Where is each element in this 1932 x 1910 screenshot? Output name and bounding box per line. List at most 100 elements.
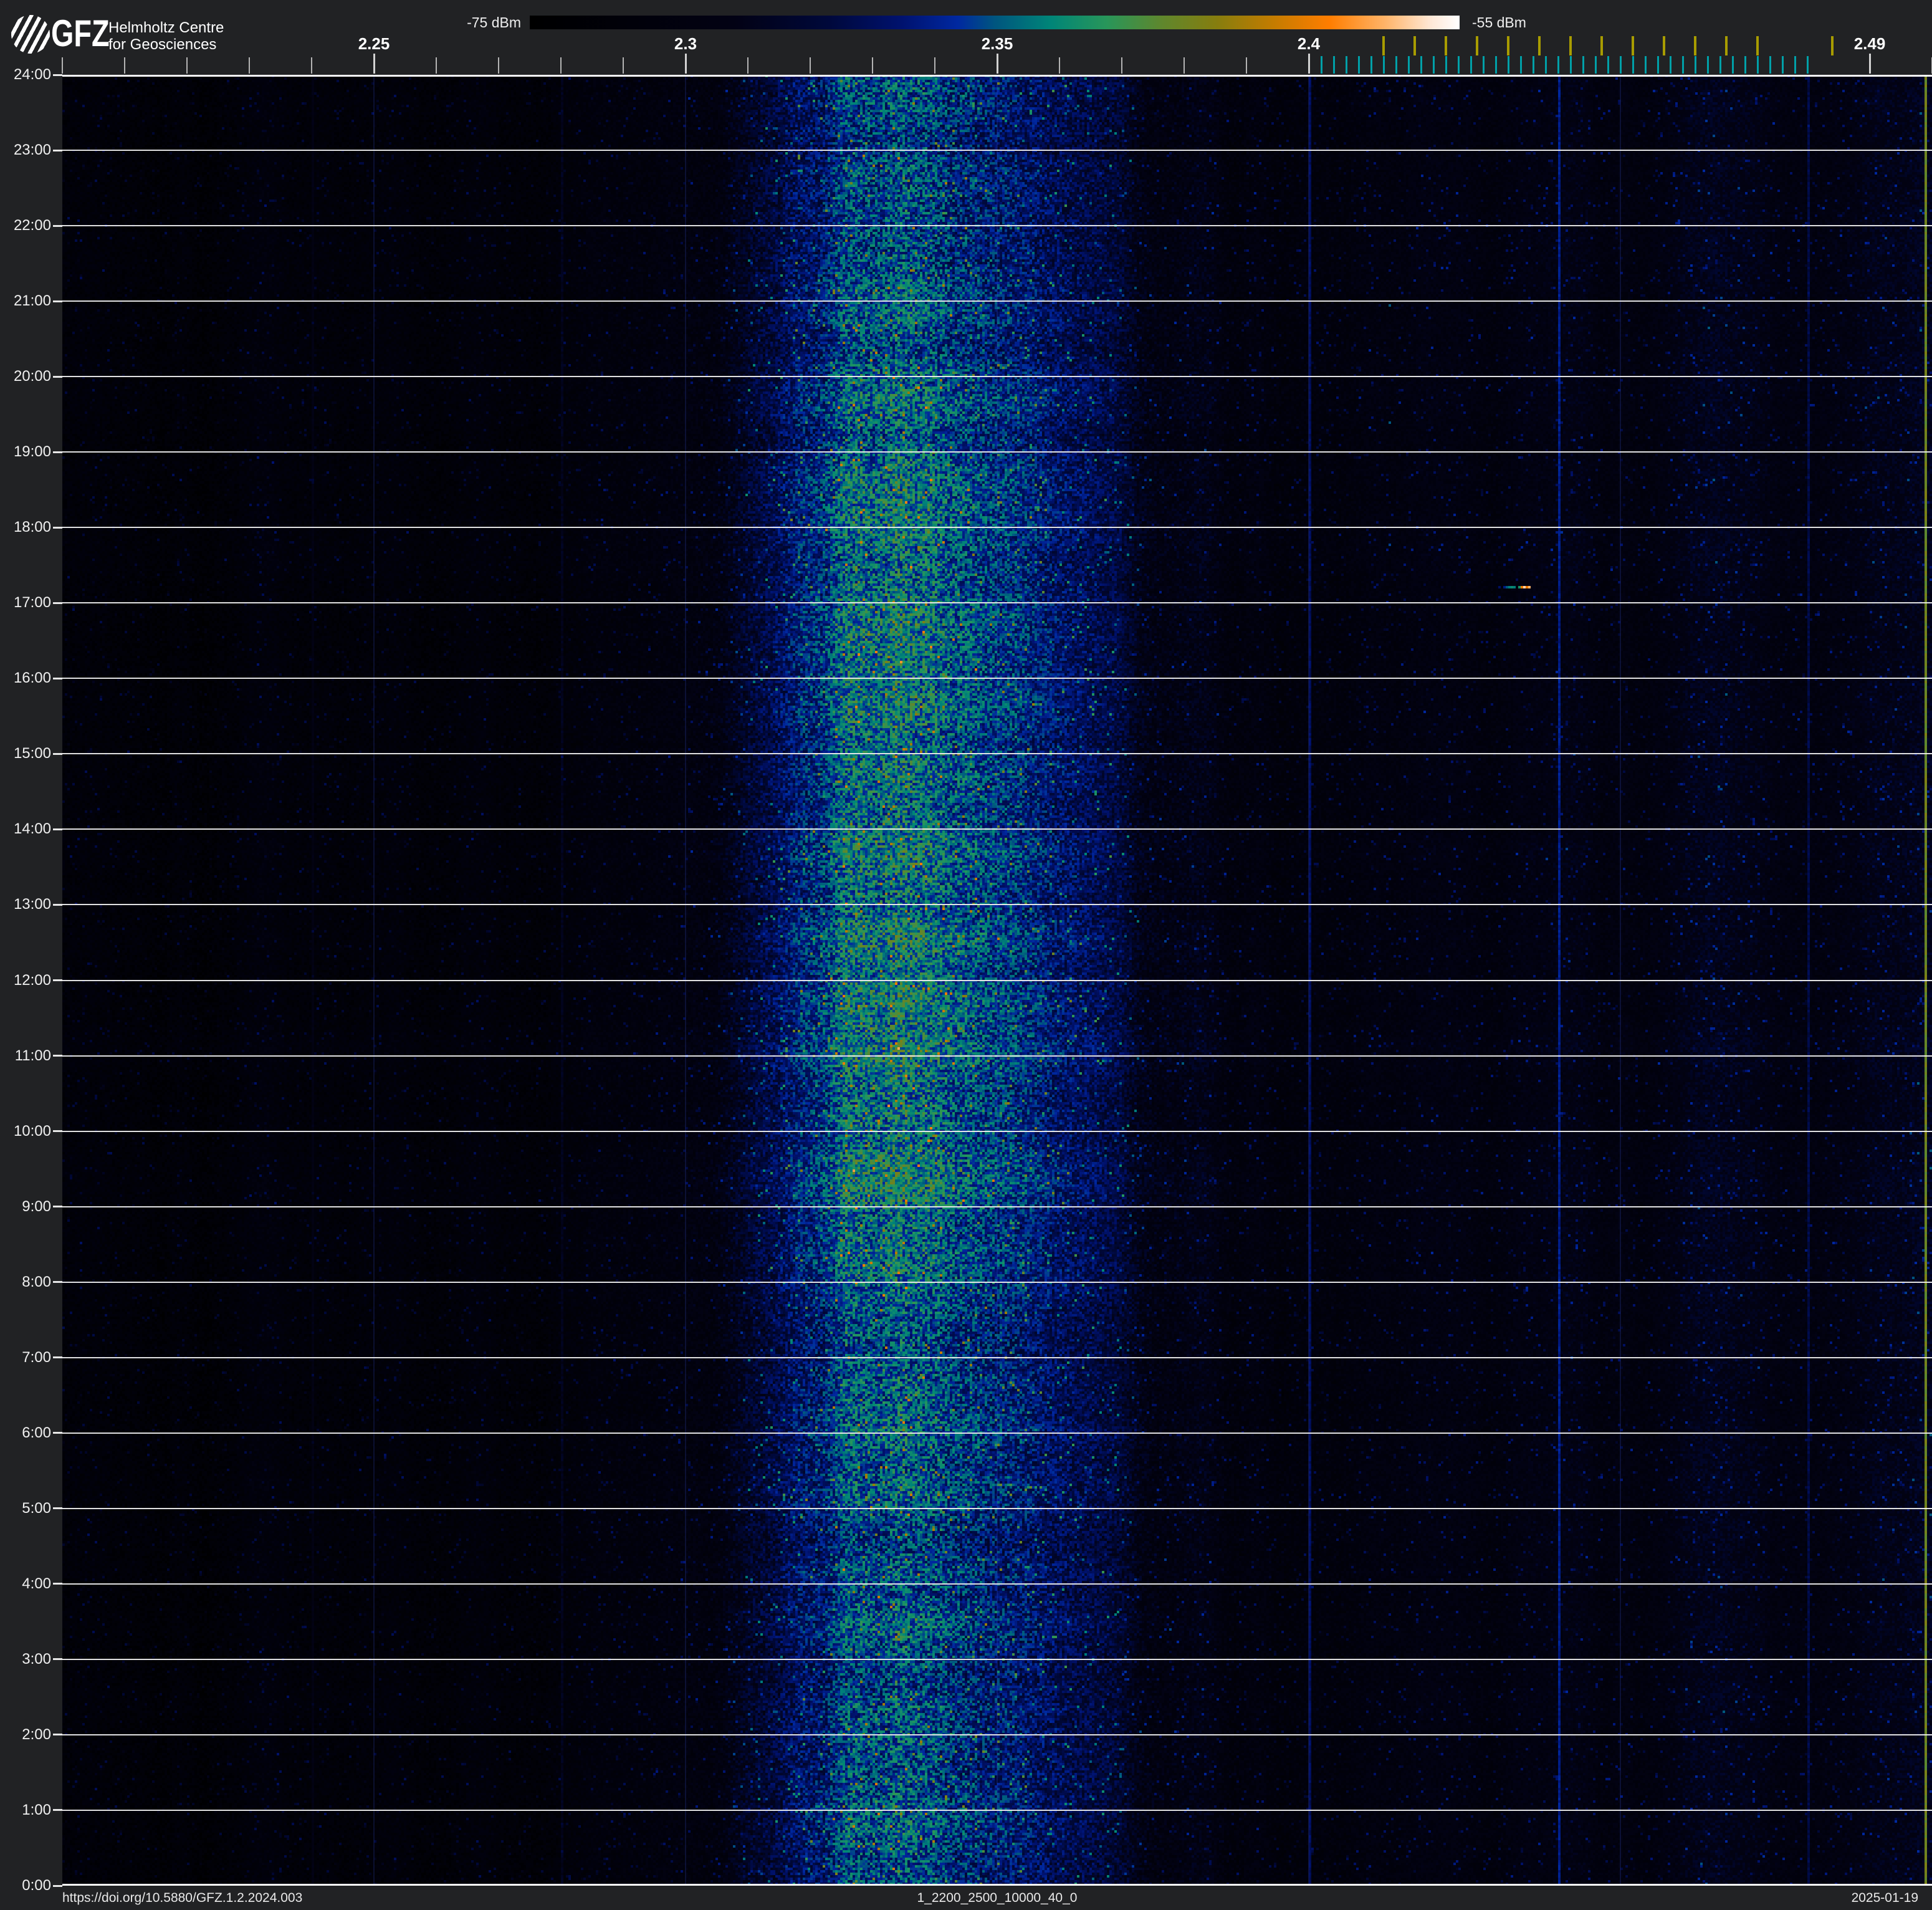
time-tick — [53, 1055, 62, 1057]
time-tick — [53, 602, 62, 604]
hour-gridline — [62, 979, 1932, 981]
time-tick — [53, 1734, 62, 1736]
freq-tick — [1869, 54, 1871, 74]
ble-channel-tick — [1582, 56, 1584, 74]
time-label: 19:00 — [13, 443, 51, 461]
hour-gridline — [62, 828, 1932, 830]
dataset-id-text: 1_2200_2500_10000_40_0 — [917, 1891, 1078, 1905]
hour-gridline — [62, 1658, 1932, 1660]
wifi-channel-tick — [1600, 36, 1603, 55]
ble-channel-tick — [1508, 56, 1509, 74]
hour-gridline — [62, 1281, 1932, 1283]
wifi-channel-tick — [1756, 36, 1759, 55]
freq-tick-label: 2.49 — [1853, 34, 1886, 53]
freq-tick — [124, 57, 125, 74]
time-label: 10:00 — [13, 1122, 51, 1140]
date-text: 2025-01-19 — [1851, 1891, 1918, 1905]
gfz-subtitle-line1: Helmholtz Centre — [108, 19, 224, 36]
wifi-channel-tick — [1831, 36, 1834, 55]
time-tick — [53, 1356, 62, 1359]
wifi-channel-tick — [1382, 36, 1385, 55]
time-tick — [53, 1884, 62, 1887]
freq-tick — [560, 57, 562, 74]
freq-tick — [249, 57, 250, 74]
time-label: 3:00 — [22, 1650, 51, 1668]
gfz-logo-subtitle: Helmholtz Centre for Geosciences — [108, 19, 224, 53]
time-tick — [53, 1809, 62, 1812]
freq-tick — [1246, 57, 1247, 74]
ble-channel-tick — [1607, 56, 1609, 74]
freq-tick — [1184, 57, 1185, 74]
hour-gridline — [62, 678, 1932, 679]
wifi-channel-tick — [1445, 36, 1447, 55]
time-tick — [53, 903, 62, 906]
hour-gridline — [62, 904, 1932, 906]
ble-channel-tick — [1495, 56, 1497, 74]
wifi-channel-tick — [1632, 36, 1634, 55]
header: GFZ Helmholtz Centre for Geosciences -75… — [0, 0, 1932, 75]
time-label: 13:00 — [13, 896, 51, 913]
hour-gridline — [62, 225, 1932, 227]
hour-gridline — [62, 300, 1932, 302]
time-label: 16:00 — [13, 669, 51, 687]
freq-tick — [436, 57, 437, 74]
wifi-channel-tick — [1476, 36, 1478, 55]
freq-tick-label: 2.4 — [1297, 34, 1321, 53]
hour-gridline — [62, 527, 1932, 529]
wifi-channel-tick — [1538, 36, 1541, 55]
time-label: 11:00 — [14, 1047, 51, 1064]
time-tick — [53, 752, 62, 755]
ble-channel-tick — [1707, 56, 1709, 74]
ble-channel-tick — [1682, 56, 1684, 74]
time-tick — [53, 300, 62, 302]
ble-channel-tick — [1595, 56, 1597, 74]
axis-line — [62, 75, 1932, 77]
ble-channel-tick — [1632, 56, 1634, 74]
time-label: 15:00 — [13, 745, 51, 762]
hour-gridline — [62, 451, 1932, 453]
time-tick — [53, 979, 62, 981]
hour-gridline — [62, 1055, 1932, 1057]
freq-tick-label: 2.25 — [358, 34, 390, 53]
footer: https://doi.org/10.5880/GFZ.1.2.2024.003… — [0, 1886, 1932, 1910]
freq-tick — [373, 54, 375, 74]
hour-gridline — [62, 753, 1932, 755]
ble-channel-tick — [1807, 56, 1809, 74]
ble-channel-tick — [1458, 56, 1460, 74]
ble-channel-tick — [1545, 56, 1547, 74]
ble-channel-tick — [1620, 56, 1622, 74]
wifi-channel-tick — [1413, 36, 1416, 55]
colorbar-max-label: -55 dBm — [1472, 14, 1526, 31]
freq-tick — [1059, 57, 1060, 74]
time-tick — [53, 677, 62, 679]
time-tick — [53, 74, 62, 76]
colorbar — [530, 16, 1460, 29]
time-label: 2:00 — [22, 1725, 51, 1743]
time-tick — [53, 1432, 62, 1434]
hour-gridline — [62, 1130, 1932, 1132]
hour-gridline — [62, 1583, 1932, 1585]
time-tick — [53, 375, 62, 378]
time-tick — [53, 451, 62, 453]
ble-channel-tick — [1358, 56, 1360, 74]
freq-tick — [872, 57, 873, 74]
time-tick — [53, 149, 62, 151]
freq-tick — [311, 57, 312, 74]
ble-channel-tick — [1657, 56, 1659, 74]
ble-channel-tick — [1744, 56, 1746, 74]
time-tick — [53, 1658, 62, 1661]
time-label: 0:00 — [22, 1877, 51, 1894]
wifi-channel-tick — [1507, 36, 1509, 55]
colorbar-min-label: -75 dBm — [467, 14, 521, 31]
ble-channel-tick — [1732, 56, 1734, 74]
time-label: 18:00 — [13, 519, 51, 536]
hour-gridline — [62, 1356, 1932, 1358]
freq-tick-label: 2.35 — [981, 34, 1013, 53]
gfz-logo-icon — [11, 15, 50, 54]
freq-tick — [1308, 54, 1310, 74]
time-label: 20:00 — [13, 368, 51, 385]
ble-channel-tick — [1695, 56, 1696, 74]
doi-text: https://doi.org/10.5880/GFZ.1.2.2024.003 — [62, 1891, 303, 1905]
hour-gridline — [62, 1432, 1932, 1434]
time-label: 21:00 — [13, 292, 51, 310]
